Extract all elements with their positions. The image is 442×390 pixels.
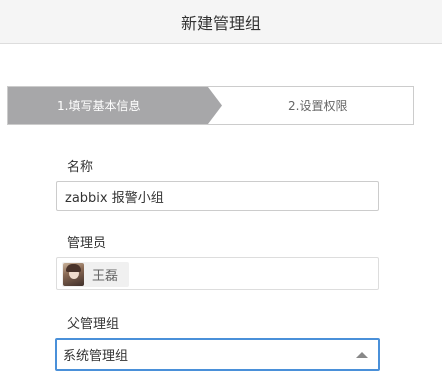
dialog-header: 新建管理组 — [0, 0, 442, 44]
step-permissions-label: 2.设置权限 — [288, 99, 348, 113]
name-label: 名称 — [67, 160, 94, 175]
stepper: 1.填写基本信息 2.设置权限 — [7, 86, 414, 125]
admins-label: 管理员 — [67, 236, 107, 251]
dialog-title: 新建管理组 — [180, 13, 261, 33]
parent-group-label: 父管理组 — [67, 317, 120, 332]
admin-user-chip[interactable]: 王磊 — [62, 262, 129, 287]
admin-user-name: 王磊 — [92, 269, 119, 284]
admins-field[interactable]: 王磊 — [56, 257, 379, 290]
caret-up-icon — [356, 352, 368, 358]
step-basic-info[interactable]: 1.填写基本信息 — [8, 87, 222, 124]
parent-group-value: 系统管理组 — [63, 349, 129, 364]
user-avatar-icon — [63, 263, 84, 286]
step-permissions[interactable]: 2.设置权限 — [222, 87, 413, 124]
parent-group-select[interactable]: 系统管理组 — [55, 338, 380, 371]
name-input[interactable] — [56, 181, 379, 211]
step-basic-info-label: 1.填写基本信息 — [57, 99, 141, 113]
